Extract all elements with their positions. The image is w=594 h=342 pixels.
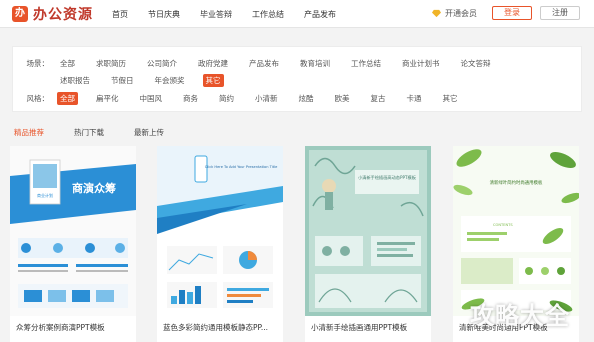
- scene-option[interactable]: 公司简介: [144, 57, 180, 70]
- cover-sub: 商业计划: [37, 192, 53, 198]
- login-button[interactable]: 登录: [492, 6, 532, 20]
- scene-option[interactable]: 商业计划书: [399, 57, 443, 70]
- tab-latest[interactable]: 最新上传: [134, 127, 164, 138]
- scene-option[interactable]: 年会颁奖: [152, 74, 188, 87]
- style-option[interactable]: 欧美: [332, 92, 353, 105]
- tab-recommended[interactable]: 精品推荐: [14, 127, 44, 138]
- nav-work-summary[interactable]: 工作总结: [252, 9, 284, 20]
- scene-option[interactable]: 论文答辩: [458, 57, 494, 70]
- style-option[interactable]: 其它: [440, 92, 461, 105]
- nav-festival[interactable]: 节日庆典: [148, 9, 180, 20]
- cover-label: CONTENTS: [493, 223, 513, 227]
- top-header: 办 办公资源 首页 节日庆典 毕业答辩 工作总结 产品发布 开通会员 登录 注册: [0, 0, 594, 28]
- sort-tabs: 精品推荐 热门下载 最新上传: [14, 127, 194, 138]
- filter-panel: 场景： 全部 求职简历 公司简介 政府党建 产品发布 教育培训 工作总结 商业计…: [12, 46, 582, 112]
- style-option[interactable]: 卡通: [404, 92, 425, 105]
- tab-popular[interactable]: 热门下载: [74, 127, 104, 138]
- scene-option[interactable]: 政府党建: [195, 57, 231, 70]
- scene-option[interactable]: 工作总结: [348, 57, 384, 70]
- logo-icon: 办: [12, 6, 28, 22]
- template-card[interactable]: 小清新手绘插画高动态PPT模板 小清新手绘插画通用PPT模板: [305, 146, 431, 342]
- style-option[interactable]: 简约: [216, 92, 237, 105]
- scene-option-active[interactable]: 其它: [202, 73, 224, 87]
- scene-option[interactable]: 述职报告: [57, 74, 93, 87]
- template-card[interactable]: 商业计划 商演众筹 众筹分析案例商演PPT模板: [10, 146, 136, 342]
- main-nav: 首页 节日庆典 毕业答辩 工作总结 产品发布: [112, 0, 356, 28]
- template-title[interactable]: 众筹分析案例商演PPT模板: [16, 322, 134, 333]
- template-card[interactable]: Click Here To Add Your Presentation Titl…: [157, 146, 283, 342]
- template-thumbnail[interactable]: 小清新手绘插画高动态PPT模板: [305, 146, 431, 316]
- scene-row-2: 述职报告 节假日 年会颁奖 其它: [13, 73, 239, 87]
- template-thumbnail[interactable]: Click Here To Add Your Presentation Titl…: [157, 146, 283, 316]
- cover-title: 商演众筹: [72, 181, 116, 195]
- style-option[interactable]: 商务: [180, 92, 201, 105]
- template-title[interactable]: 蓝色多彩简约通用模板静态PP...: [163, 322, 281, 333]
- diamond-icon: [432, 9, 441, 18]
- site-logo[interactable]: 办 办公资源: [12, 4, 93, 24]
- style-option[interactable]: 复古: [368, 92, 389, 105]
- scene-label: 场景：: [26, 58, 50, 68]
- logo-text: 办公资源: [33, 7, 93, 23]
- template-thumbnail[interactable]: 商业计划 商演众筹: [10, 146, 136, 316]
- cover-title: Click Here To Add Your Presentation Titl…: [205, 165, 278, 169]
- style-label: 风格：: [26, 93, 50, 103]
- nav-home[interactable]: 首页: [112, 9, 128, 20]
- template-thumbnail[interactable]: 清新绿叶简约时尚通用模板 CONTENTS: [453, 146, 579, 316]
- thumbnail-art-3: 小清新手绘插画高动态PPT模板: [305, 146, 431, 316]
- style-option[interactable]: 中国风: [137, 92, 166, 105]
- thumbnail-art-2: Click Here To Add Your Presentation Titl…: [157, 146, 283, 316]
- scene-option[interactable]: 节假日: [108, 74, 137, 87]
- style-option[interactable]: 扁平化: [93, 92, 122, 105]
- style-option-active[interactable]: 全部: [57, 91, 78, 105]
- cover-title: 清新绿叶简约时尚通用模板: [490, 179, 543, 186]
- cover-title: 小清新手绘插画高动态PPT模板: [358, 174, 417, 181]
- template-title[interactable]: 小清新手绘插画通用PPT模板: [311, 322, 429, 333]
- vip-label: 开通会员: [445, 9, 477, 18]
- register-button[interactable]: 注册: [540, 6, 580, 20]
- nav-graduation[interactable]: 毕业答辩: [200, 9, 232, 20]
- thumbnail-art-4: 清新绿叶简约时尚通用模板 CONTENTS: [453, 146, 579, 316]
- watermark-text: 攻略大全: [470, 302, 570, 330]
- style-option[interactable]: 小清新: [252, 92, 281, 105]
- style-row: 风格： 全部 扁平化 中国风 商务 简约 小清新 炫酷 欧美 复古 卡通 其它: [13, 91, 476, 105]
- scene-row-1: 场景： 全部 求职简历 公司简介 政府党建 产品发布 教育培训 工作总结 商业计…: [13, 57, 509, 69]
- thumbnail-art-1: 商业计划 商演众筹: [10, 146, 136, 316]
- nav-product-launch[interactable]: 产品发布: [304, 9, 336, 20]
- scene-option[interactable]: 求职简历: [93, 57, 129, 70]
- scene-option[interactable]: 全部: [57, 57, 78, 70]
- scene-option[interactable]: 产品发布: [246, 57, 282, 70]
- style-option[interactable]: 炫酷: [296, 92, 317, 105]
- vip-link[interactable]: 开通会员: [432, 8, 477, 19]
- scene-option[interactable]: 教育培训: [297, 57, 333, 70]
